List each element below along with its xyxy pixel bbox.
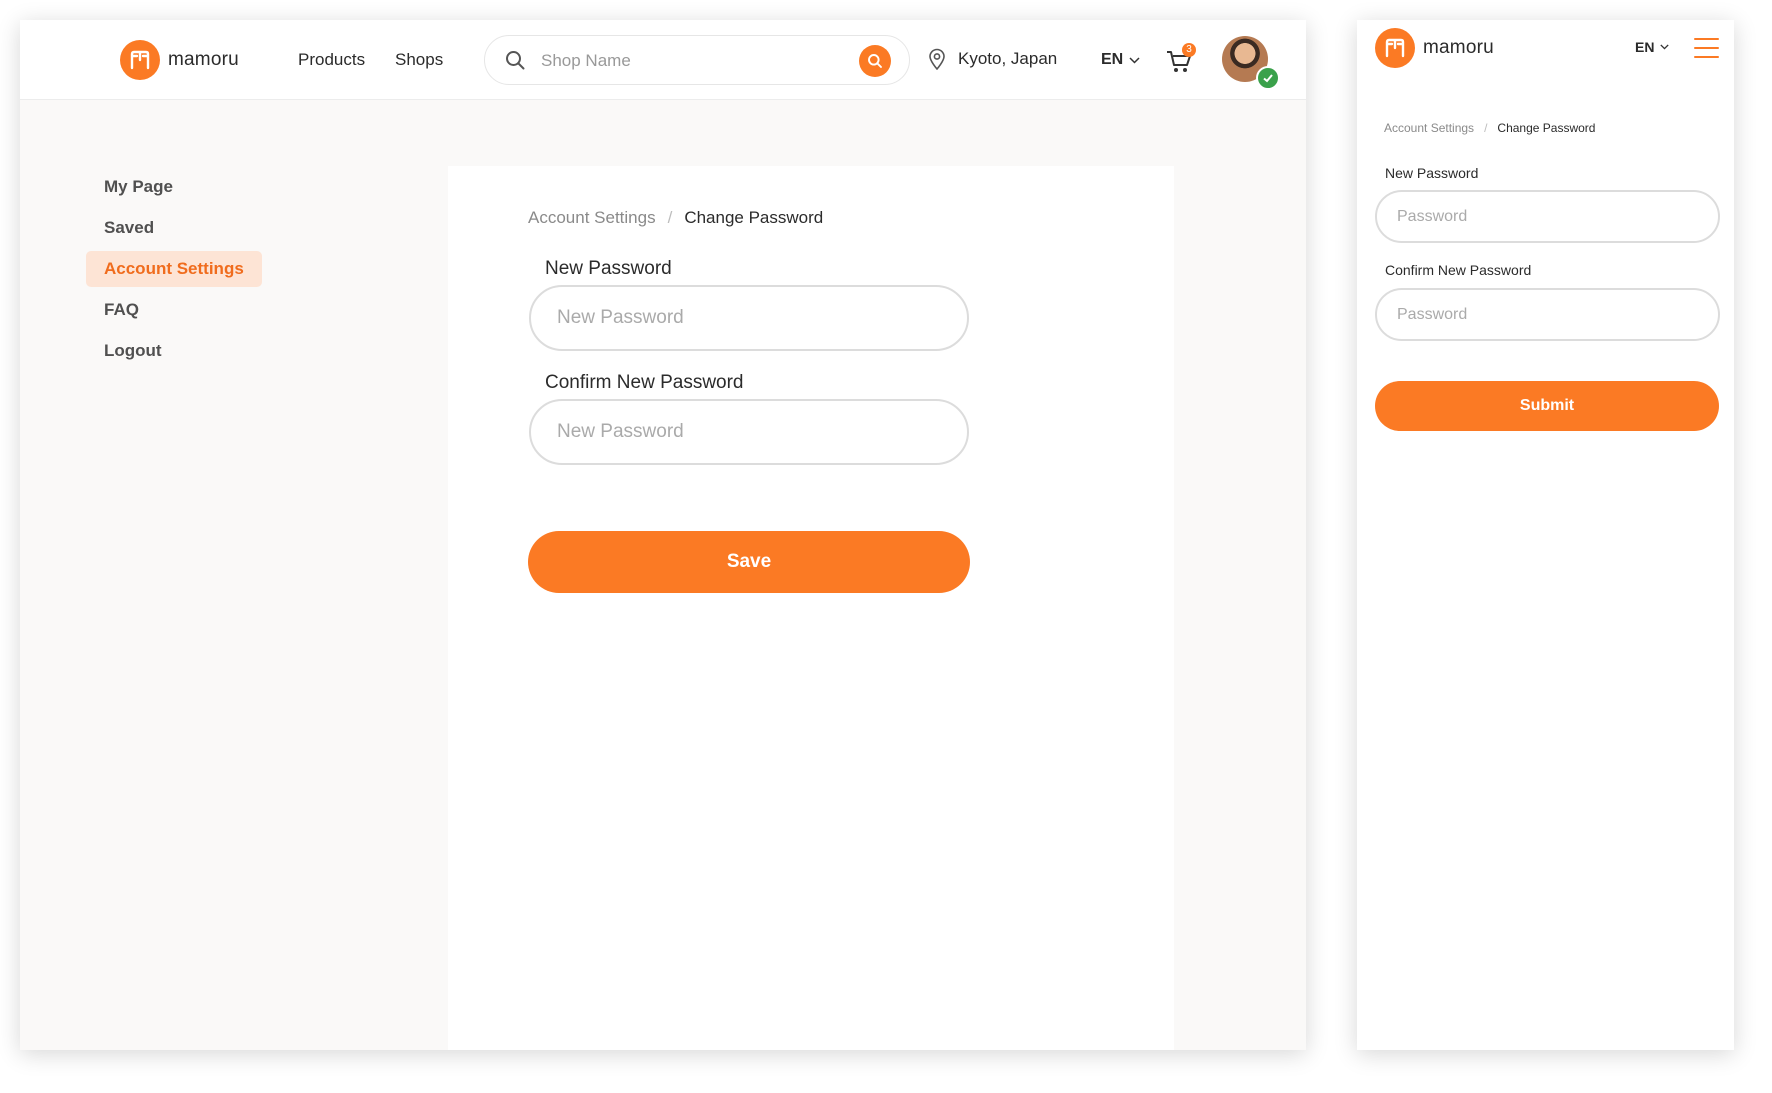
sidebar-item-saved[interactable]: Saved — [86, 210, 172, 246]
language-selector[interactable]: EN — [1635, 39, 1670, 55]
sidebar-item-faq[interactable]: FAQ — [86, 292, 157, 328]
new-password-placeholder: Password — [1397, 208, 1468, 225]
check-circle-icon — [1256, 66, 1280, 90]
confirm-password-label: Confirm New Password — [1385, 262, 1532, 278]
breadcrumb: Account Settings / Change Password — [1384, 121, 1595, 135]
sidebar-item-my-page[interactable]: My Page — [86, 169, 191, 205]
chevron-down-icon — [1129, 56, 1140, 64]
sidebar-item-account-settings[interactable]: Account Settings — [86, 251, 262, 287]
user-avatar[interactable] — [1222, 36, 1280, 90]
breadcrumb-separator: / — [1484, 121, 1488, 135]
map-pin-icon — [929, 48, 945, 70]
confirm-password-placeholder: Password — [1397, 306, 1468, 323]
language-selector[interactable]: EN — [1101, 51, 1140, 69]
confirm-password-placeholder: New Password — [557, 421, 684, 442]
breadcrumb-current: Change Password — [684, 208, 824, 227]
new-password-label: New Password — [1385, 165, 1479, 181]
location-label: Kyoto, Japan — [958, 49, 1058, 68]
breadcrumb: Account Settings / Change Password — [528, 208, 823, 228]
breadcrumb-current: Change Password — [1497, 121, 1596, 135]
hamburger-menu-icon[interactable] — [1694, 38, 1719, 58]
language-label: EN — [1635, 39, 1655, 55]
confirm-password-field[interactable]: Password — [1375, 288, 1720, 341]
location-selector[interactable]: Kyoto, Japan — [928, 48, 1057, 70]
confirm-password-field[interactable]: New Password — [529, 399, 969, 465]
top-navbar: mamoru Products Shops Shop Name Kyoto, J… — [20, 20, 1306, 100]
new-password-label: New Password — [545, 258, 672, 279]
mamoru-logo-icon — [120, 40, 160, 80]
breadcrumb-account-settings-link[interactable]: Account Settings — [528, 208, 656, 228]
language-label: EN — [1101, 51, 1124, 68]
chevron-down-icon — [1660, 44, 1670, 50]
breadcrumb-account-settings-link[interactable]: Account Settings — [1384, 121, 1474, 135]
nav-products-link[interactable]: Products — [298, 50, 365, 70]
shop-search-bar[interactable]: Shop Name — [484, 35, 910, 85]
mamoru-logo-icon — [1375, 28, 1415, 68]
brand-name: mamoru — [1423, 37, 1494, 58]
new-password-field[interactable]: Password — [1375, 190, 1720, 243]
confirm-password-label: Confirm New Password — [545, 372, 744, 393]
search-input[interactable]: Shop Name — [541, 51, 631, 71]
brand-logo[interactable]: mamoru — [120, 40, 239, 80]
brand-logo[interactable]: mamoru — [1375, 28, 1494, 68]
cart-count-badge: 3 — [1182, 43, 1196, 57]
desktop-window: mamoru Products Shops Shop Name Kyoto, J… — [20, 20, 1306, 1050]
change-password-panel: Account Settings / Change Password New P… — [448, 166, 1174, 1050]
search-icon — [505, 50, 525, 75]
cart-button[interactable]: 3 — [1166, 43, 1196, 76]
sidebar-item-logout[interactable]: Logout — [86, 333, 180, 369]
submit-button[interactable]: Submit — [1375, 381, 1719, 431]
new-password-field[interactable]: New Password — [529, 285, 969, 351]
mobile-window: mamoru EN Account Settings / Change Pass… — [1357, 20, 1734, 1050]
new-password-placeholder: New Password — [557, 307, 684, 328]
breadcrumb-separator: / — [667, 208, 673, 227]
nav-shops-link[interactable]: Shops — [395, 50, 443, 70]
search-submit-button[interactable] — [859, 45, 891, 77]
brand-name: mamoru — [168, 49, 239, 70]
search-icon — [868, 54, 882, 68]
save-button[interactable]: Save — [528, 531, 970, 593]
page-body: My Page Saved Account Settings FAQ Logou… — [20, 100, 1306, 1050]
